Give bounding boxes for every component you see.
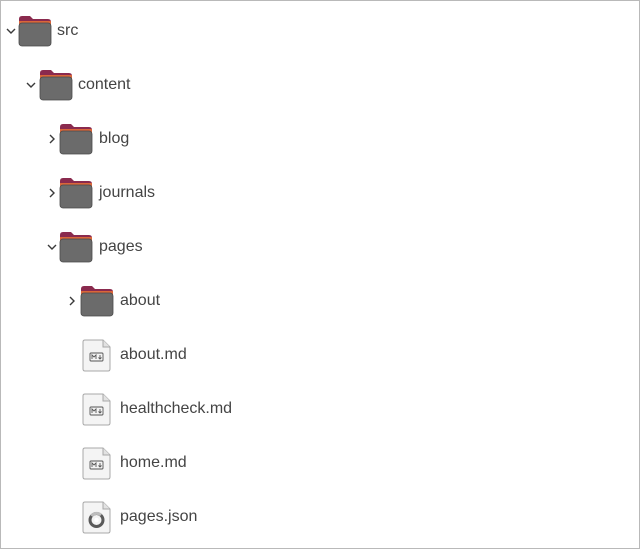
folder-icon: [38, 67, 74, 103]
tree-item-label: pages.json: [120, 508, 198, 525]
tree-item-healthcheck-md[interactable]: healthcheck.md: [1, 389, 639, 429]
tree-item-about-md[interactable]: about.md: [1, 335, 639, 375]
markdown-file-icon: [79, 391, 115, 427]
folder-icon: [58, 175, 94, 211]
file-tree: src content blog journals pages about ab…: [0, 0, 640, 549]
chevron-right-icon[interactable]: [64, 293, 80, 309]
chevron-down-icon[interactable]: [23, 77, 39, 93]
tree-item-journals[interactable]: journals: [1, 173, 639, 213]
tree-item-label: about.md: [120, 346, 187, 363]
tree-item-home-md[interactable]: home.md: [1, 443, 639, 483]
tree-item-content[interactable]: content: [1, 65, 639, 105]
json-file-icon: [79, 499, 115, 535]
folder-icon: [58, 229, 94, 265]
folder-icon: [17, 13, 53, 49]
tree-item-label: journals: [99, 184, 156, 201]
tree-item-label: pages: [99, 238, 143, 255]
folder-icon: [79, 283, 115, 319]
tree-item-about-folder[interactable]: about: [1, 281, 639, 321]
markdown-file-icon: [79, 445, 115, 481]
tree-item-label: about: [120, 292, 161, 309]
tree-item-pages[interactable]: pages: [1, 227, 639, 267]
tree-item-label: src: [57, 22, 79, 39]
folder-icon: [58, 121, 94, 157]
markdown-file-icon: [79, 337, 115, 373]
tree-item-label: content: [78, 76, 131, 93]
tree-item-src[interactable]: src: [1, 11, 639, 51]
tree-item-blog[interactable]: blog: [1, 119, 639, 159]
tree-item-label: blog: [99, 130, 130, 147]
tree-item-label: healthcheck.md: [120, 400, 233, 417]
tree-item-pages-json[interactable]: pages.json: [1, 497, 639, 537]
tree-item-label: home.md: [120, 454, 187, 471]
